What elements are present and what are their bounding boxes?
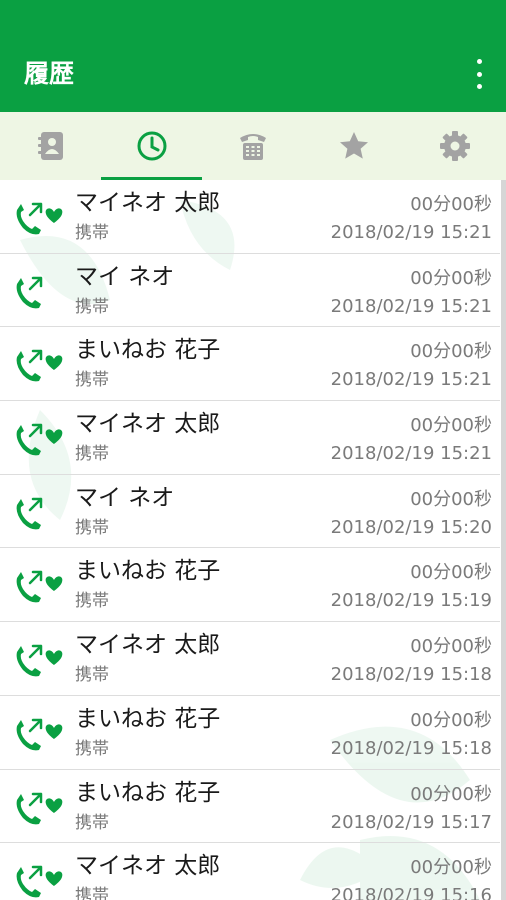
call-duration: 00分00秒 — [410, 194, 492, 215]
incoming-call-icon — [16, 718, 63, 751]
call-datetime: 2018/02/19 15:16 — [330, 885, 492, 900]
tab-history[interactable] — [101, 112, 203, 180]
phone-type: 携帯 — [75, 738, 109, 759]
list-item[interactable]: まいねお 花子 携帯 00分00秒 2018/02/19 15:19 — [0, 548, 500, 623]
contact-name: マイ ネオ — [75, 484, 175, 511]
incoming-call-icon — [16, 350, 63, 382]
call-datetime: 2018/02/19 15:19 — [330, 590, 492, 612]
list-item[interactable]: マイネオ 太郎 携帯 00分00秒 2018/02/19 15:21 — [0, 180, 500, 254]
contact-name: まいねお 花子 — [75, 779, 221, 806]
call-datetime: 2018/02/19 15:17 — [330, 811, 492, 833]
phone-type: 携帯 — [75, 444, 109, 465]
tab-settings[interactable] — [405, 112, 506, 180]
incoming-call-icon — [16, 571, 63, 603]
contact-name: マイ ネオ — [75, 263, 175, 290]
incoming-call-icon — [16, 497, 43, 530]
call-duration: 00分00秒 — [410, 709, 492, 731]
call-datetime: 2018/02/19 15:21 — [330, 295, 492, 317]
phone-type: 携帯 — [75, 517, 109, 538]
call-duration: 00分00秒 — [410, 341, 492, 363]
call-duration: 00分00秒 — [410, 488, 492, 510]
scrollbar[interactable] — [501, 180, 506, 900]
more-vert-icon[interactable] — [472, 59, 486, 89]
contact-name: まいねお 花子 — [75, 705, 221, 732]
call-datetime: 2018/02/19 15:18 — [330, 737, 492, 759]
call-duration: 00分00秒 — [410, 562, 492, 584]
call-duration: 00分00秒 — [410, 857, 492, 879]
contact-name: マイネオ 太郎 — [75, 190, 221, 216]
incoming-call-icon — [16, 423, 63, 456]
list-item[interactable]: マイネオ 太郎 携帯 00分00秒 2018/02/19 15:21 — [0, 401, 500, 475]
call-duration: 00分00秒 — [410, 415, 492, 437]
call-duration: 00分00秒 — [410, 267, 492, 289]
call-datetime: 2018/02/19 15:21 — [330, 443, 492, 465]
tab-bar — [0, 112, 506, 180]
call-datetime: 2018/02/19 15:18 — [330, 664, 492, 686]
phone-dialpad-icon — [240, 134, 266, 160]
list-item[interactable]: まいねお 花子 携帯 00分00秒 2018/02/19 15:21 — [0, 327, 500, 402]
contact-name: マイネオ 太郎 — [75, 411, 221, 438]
list-item[interactable]: マイ ネオ 携帯 00分00秒 2018/02/19 15:20 — [0, 475, 500, 549]
phone-type: 携帯 — [75, 370, 109, 391]
contact-name: マイネオ 太郎 — [75, 853, 221, 880]
call-datetime: 2018/02/19 15:21 — [330, 369, 492, 391]
call-duration: 00分00秒 — [410, 783, 492, 805]
contacts-icon — [37, 132, 63, 160]
tab-favorites[interactable] — [304, 112, 405, 180]
star-icon — [340, 132, 369, 159]
phone-type: 携帯 — [75, 591, 109, 612]
phone-type: 携帯 — [75, 665, 109, 686]
incoming-call-icon — [16, 792, 63, 824]
incoming-call-icon — [16, 865, 63, 898]
list-item[interactable]: マイ ネオ 携帯 00分00秒 2018/02/19 15:21 — [0, 254, 500, 328]
contact-name: まいねお 花子 — [75, 337, 221, 364]
page-title: 履歴 — [24, 59, 75, 88]
list-item[interactable]: マイネオ 太郎 携帯 00分00秒 2018/02/19 15:18 — [0, 622, 500, 696]
call-history-list[interactable]: マイネオ 太郎 携帯 00分00秒 2018/02/19 15:21 マイ ネオ… — [0, 180, 500, 900]
call-duration: 00分00秒 — [410, 636, 492, 658]
contact-name: まいねお 花子 — [75, 558, 221, 585]
list-item[interactable]: マイネオ 太郎 携帯 00分00秒 2018/02/19 15:16 — [0, 843, 500, 900]
phone-type: 携帯 — [75, 223, 109, 243]
incoming-call-icon — [16, 202, 63, 235]
list-item[interactable]: まいねお 花子 携帯 00分00秒 2018/02/19 15:17 — [0, 770, 500, 844]
phone-type: 携帯 — [75, 296, 109, 317]
app-bar: 履歴 — [0, 0, 506, 112]
incoming-call-icon — [16, 276, 43, 309]
call-datetime: 2018/02/19 15:20 — [330, 516, 492, 538]
phone-type: 携帯 — [75, 812, 109, 833]
contact-name: マイネオ 太郎 — [75, 632, 221, 659]
tab-dialpad[interactable] — [202, 112, 303, 180]
gear-icon — [440, 131, 471, 161]
clock-icon — [137, 131, 167, 161]
call-datetime: 2018/02/19 15:21 — [330, 222, 492, 243]
list-item[interactable]: まいねお 花子 携帯 00分00秒 2018/02/19 15:18 — [0, 696, 500, 770]
incoming-call-icon — [16, 644, 63, 677]
phone-type: 携帯 — [75, 886, 109, 900]
tab-contacts[interactable] — [0, 112, 101, 180]
